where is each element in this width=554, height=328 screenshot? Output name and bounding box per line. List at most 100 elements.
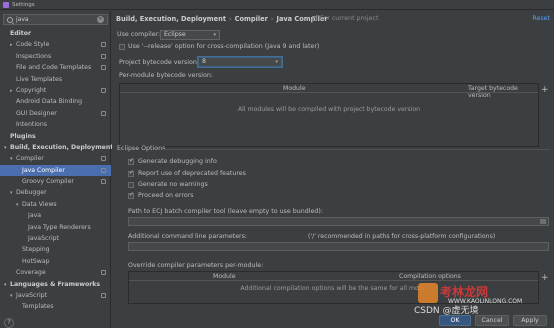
search-icon <box>7 16 13 23</box>
cancel-button[interactable]: Cancel <box>475 315 509 326</box>
section-divider <box>162 149 550 150</box>
proceed-on-errors-checkbox[interactable] <box>128 191 134 199</box>
sidebar-item-label: Code Style <box>16 41 50 49</box>
settings-sidebar: java ✕ Editor ▸ Code Style Inspections File … <box>0 11 113 328</box>
sidebar-item[interactable]: Inspections <box>0 51 111 62</box>
column-target[interactable]: Target bytecode version <box>468 85 538 99</box>
column-options[interactable]: Compilation options <box>399 273 461 280</box>
sidebar-item[interactable]: File and Code Templates <box>0 62 111 73</box>
sidebar-item[interactable]: ▸ Code Style <box>0 39 111 50</box>
bytecode-version-value: 8 <box>202 58 206 65</box>
release-option-label: Use '--release' option for cross-compila… <box>128 43 320 50</box>
sidebar-item[interactable]: Android Data Binding <box>0 96 111 107</box>
search-input[interactable]: java <box>16 16 94 23</box>
sidebar-item[interactable]: HotSwap <box>0 256 111 267</box>
sidebar-item-label: HotSwap <box>22 257 50 265</box>
sidebar-item-label: Inspections <box>16 52 52 60</box>
sidebar-item[interactable]: ▸ Copyright <box>0 85 111 96</box>
settings-content: Build, Execution, Deployment › Compiler › Ja… <box>112 11 554 328</box>
sidebar-item[interactable]: ▾ JavaScript <box>0 290 111 301</box>
generate-debug-info-checkbox[interactable] <box>128 157 134 165</box>
eclipse-section-title: Eclipse Options <box>117 145 166 152</box>
report-deprecated-checkbox[interactable] <box>128 169 134 177</box>
sidebar-item[interactable]: Coverage <box>0 267 111 278</box>
no-warnings-checkbox[interactable] <box>128 182 134 188</box>
option-label: Proceed on errors <box>138 192 194 199</box>
use-compiler-label: Use compiler: <box>117 31 161 38</box>
sidebar-item-label: Data Views <box>22 200 57 208</box>
project-scope-icon <box>101 42 106 48</box>
sidebar-item-label: Java Type Renderers <box>28 223 91 231</box>
sidebar-item[interactable]: ▾ Languages & Frameworks <box>0 279 111 290</box>
sidebar-item[interactable]: JavaScript <box>0 233 111 244</box>
sidebar-item[interactable]: Live Templates <box>0 74 111 85</box>
sidebar-item-label: File and Code Templates <box>16 64 92 72</box>
additional-params-hint: ('/' recommended in paths for cross-plat… <box>308 233 496 240</box>
project-scope-icon <box>101 179 106 185</box>
clear-search-icon[interactable]: ✕ <box>97 16 104 23</box>
sidebar-item[interactable]: GUI Designer <box>0 108 111 119</box>
app-icon <box>3 1 9 8</box>
chevron-down-icon: ▾ <box>213 32 216 38</box>
sidebar-item[interactable]: ▾ Debugger <box>0 187 111 198</box>
breadcrumb-separator: › <box>228 15 232 23</box>
sidebar-item[interactable]: Java Type Renderers <box>0 222 111 233</box>
table-header: Module Compilation options <box>129 272 538 281</box>
per-module-label: Per-module bytecode version: <box>119 72 213 79</box>
sidebar-item[interactable]: ▾ Data Views <box>0 199 111 210</box>
sidebar-item[interactable]: ▾ Compiler <box>0 153 111 164</box>
sidebar-item[interactable]: Groovy Compiler <box>0 176 111 187</box>
additional-params-field[interactable] <box>128 242 549 251</box>
sidebar-item[interactable]: Stepping <box>0 244 111 255</box>
add-override-icon[interactable]: + <box>541 273 549 283</box>
column-module[interactable]: Module <box>213 273 236 280</box>
project-scope-icon <box>101 292 106 298</box>
for-current-project-label: For current project <box>320 15 379 22</box>
ok-button[interactable]: OK <box>439 315 471 326</box>
column-module[interactable]: Module <box>283 85 306 92</box>
sidebar-item-label: JavaScript <box>28 235 60 243</box>
reset-link[interactable]: Reset <box>532 15 550 22</box>
sidebar-item-label: Languages & Frameworks <box>10 280 101 288</box>
chevron-down-icon: ▾ <box>275 59 278 65</box>
csdn-watermark: CSDN @虚无境 <box>414 306 479 316</box>
add-module-icon[interactable]: + <box>541 85 549 95</box>
help-button[interactable]: ? <box>4 318 14 328</box>
project-scope-icon <box>101 270 106 276</box>
breadcrumb-item: Compiler <box>234 15 268 23</box>
project-scope-icon <box>101 110 106 116</box>
bytecode-version-select[interactable]: 8 ▾ <box>198 57 282 67</box>
sidebar-item-label: Templates <box>22 303 54 311</box>
release-option-checkbox[interactable] <box>119 44 125 50</box>
sidebar-item-label: Compiler <box>16 155 44 163</box>
breadcrumb: Build, Execution, Deployment › Compiler › Ja… <box>116 15 328 23</box>
sidebar-item[interactable]: Java Compiler <box>0 164 111 177</box>
sidebar-item[interactable]: Intentions <box>0 119 111 130</box>
breadcrumb-item: Build, Execution, Deployment <box>116 15 226 23</box>
settings-search[interactable]: java ✕ <box>3 14 108 25</box>
ecj-path-field[interactable] <box>128 217 549 226</box>
sidebar-item[interactable]: Editor <box>0 28 111 39</box>
folder-icon[interactable] <box>540 219 546 224</box>
project-scope-icon <box>101 156 106 162</box>
use-compiler-select[interactable]: Eclipse ▾ <box>160 30 220 40</box>
additional-params-label: Additional command line parameters: <box>128 233 248 240</box>
table-empty-text: All modules will be compiled with projec… <box>237 106 421 113</box>
sidebar-item-label: Live Templates <box>16 75 63 83</box>
sidebar-item[interactable]: ▾ Build, Execution, Deployment <box>0 142 113 153</box>
apply-button[interactable]: Apply <box>513 315 547 326</box>
breadcrumb-separator: › <box>270 15 274 23</box>
sidebar-item[interactable]: Java <box>0 210 111 221</box>
sidebar-item-label: Groovy Compiler <box>22 178 74 186</box>
sidebar-item-label: Java Compiler <box>22 166 65 174</box>
sidebar-item[interactable]: Plugins <box>0 131 111 142</box>
override-label: Override compiler parameters per-module: <box>128 262 264 269</box>
module-bytecode-table[interactable]: Module Target bytecode version All modul… <box>119 83 539 147</box>
option-label: Generate debugging info <box>138 158 217 165</box>
use-compiler-value: Eclipse <box>164 31 186 38</box>
sidebar-item[interactable]: Templates <box>0 301 111 312</box>
sidebar-item-label: Plugins <box>10 132 36 140</box>
bytecode-version-label: Project bytecode version: <box>119 59 199 66</box>
project-scope-icon <box>101 87 106 93</box>
option-label: Generate no warnings <box>138 181 208 188</box>
